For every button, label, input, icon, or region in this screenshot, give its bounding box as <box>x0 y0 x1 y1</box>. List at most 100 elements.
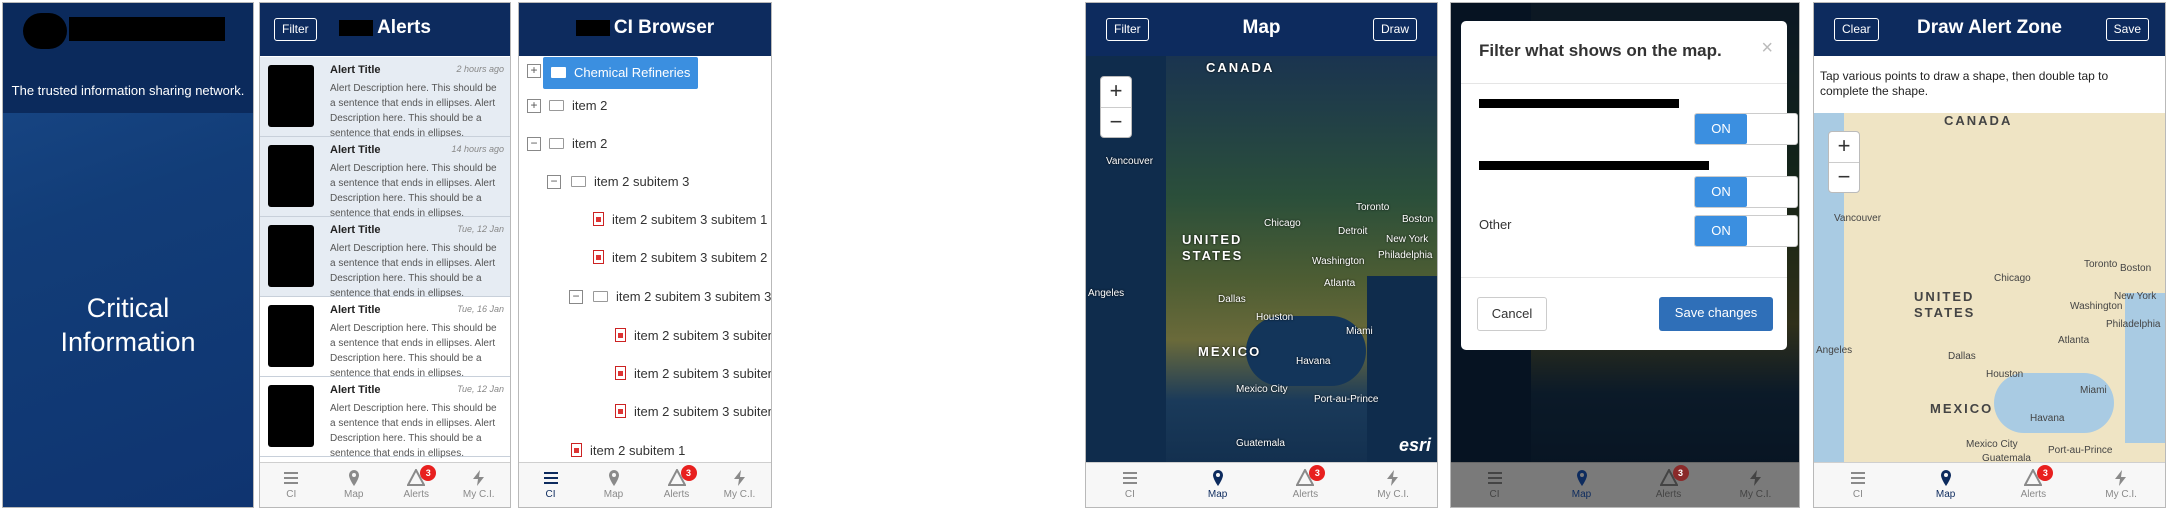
map-label: Detroit <box>1338 226 1368 237</box>
expand-icon[interactable]: + <box>527 99 541 113</box>
tree-item[interactable]: item 2 subitem 3 <box>571 171 689 193</box>
zoom-in-button[interactable]: + <box>1829 132 1859 162</box>
tab-ci[interactable]: CI <box>519 463 582 507</box>
alert-description: Alert Description here. This should be a… <box>330 243 497 299</box>
save-button[interactable]: Save <box>2105 18 2149 41</box>
bolt-icon <box>2115 470 2127 486</box>
tab-map[interactable]: Map <box>582 463 645 507</box>
draw-instructions: Tap various points to draw a shape, then… <box>1820 69 2109 98</box>
alert-description: Alert Description here. This should be a… <box>330 163 497 219</box>
filter-toggle-other[interactable]: ON <box>1694 215 1798 247</box>
zoom-out-button[interactable]: − <box>1829 162 1859 192</box>
map-label: Chicago <box>1994 273 2031 284</box>
tab-my-ci[interactable]: My C.I. <box>448 463 511 507</box>
tree-item-file[interactable]: item 2 subitem 3 subitem 3 sub <box>615 325 771 347</box>
map-label: Atlanta <box>2058 335 2090 346</box>
zoom-out-button[interactable]: − <box>1101 107 1131 137</box>
alert-item[interactable]: Alert Title 14 hours ago Alert Descripti… <box>260 137 510 219</box>
seal-icon <box>268 225 314 287</box>
alert-description: Alert Description here. This should be a… <box>330 403 497 459</box>
tree-item[interactable]: item 2 subitem 3 subitem 3 <box>593 286 771 308</box>
folder-icon <box>549 138 564 149</box>
alert-item[interactable]: Alert Title 2 hours ago Alert Descriptio… <box>260 57 510 139</box>
alert-item[interactable]: Alert Title Tue, 12 Jan Alert Descriptio… <box>260 217 510 299</box>
page-title-text: CI Browser <box>613 17 715 38</box>
expand-icon[interactable]: + <box>527 64 541 78</box>
tab-ci[interactable]: CI <box>1451 463 1538 507</box>
tab-map[interactable]: Map <box>1902 463 1990 507</box>
pdf-icon <box>571 443 582 457</box>
tree-item-label: item 2 <box>572 98 608 113</box>
tab-ci[interactable]: CI <box>260 463 323 507</box>
tab-bar: CI Map 3 Alerts My C.I. <box>1451 462 1799 507</box>
tab-my-ci[interactable]: My C.I. <box>1349 463 1437 507</box>
tree-item-selected[interactable]: Chemical Refineries <box>543 57 699 89</box>
filter-toggle-2[interactable]: ON <box>1694 176 1798 208</box>
tab-alerts[interactable]: 3 Alerts <box>1262 463 1350 507</box>
tab-label: My C.I. <box>1739 489 1772 500</box>
tab-map[interactable]: Map <box>1538 463 1625 507</box>
toggle-on: ON <box>1695 216 1747 246</box>
folder-icon <box>593 291 608 302</box>
satellite-map[interactable]: + − CANADA Vancouver UNITED STATES Chica… <box>1086 56 1437 462</box>
map-label: Washington <box>1312 256 1365 267</box>
alerts-badge: 3 <box>420 465 437 481</box>
modal-divider <box>1461 83 1787 84</box>
tab-map[interactable]: Map <box>323 463 386 507</box>
tab-map[interactable]: Map <box>1174 463 1262 507</box>
tree-item-label: item 2 subitem 1 <box>590 443 686 458</box>
tree-item-file[interactable]: item 2 subitem 3 subitem 1 <box>593 209 767 231</box>
tree-item[interactable]: item 2 <box>549 95 607 117</box>
tab-label: Map <box>1571 489 1592 500</box>
map-pin-icon <box>1940 470 1951 486</box>
cancel-button[interactable]: Cancel <box>1477 297 1547 331</box>
alert-item[interactable]: Alert Title Tue, 12 Jan Alert Descriptio… <box>260 377 510 459</box>
tree-item-label: item 2 subitem 3 <box>594 174 690 189</box>
tab-bar: CI Map 3 Alerts My C.I. <box>260 462 510 507</box>
bolt-icon <box>472 470 484 486</box>
alert-title: Alert Title <box>330 304 381 316</box>
tab-ci[interactable]: CI <box>1086 463 1174 507</box>
close-icon[interactable]: × <box>1761 37 1773 60</box>
bolt-icon <box>1749 470 1761 486</box>
list-icon <box>1487 472 1502 484</box>
tree-item-file[interactable]: item 2 subitem 1 <box>571 440 685 462</box>
alerts-badge: 3 <box>680 465 697 481</box>
map-label: Vancouver <box>1834 213 1882 224</box>
tab-alerts[interactable]: 3 Alerts <box>385 463 448 507</box>
splash-header: The trusted information sharing network. <box>3 3 253 113</box>
tree-item-file[interactable]: item 2 subitem 3 subitem 3 sub <box>615 363 771 385</box>
tab-alerts[interactable]: 3 Alerts <box>1625 463 1712 507</box>
alert-item[interactable]: Alert Title Tue, 16 Jan Alert Descriptio… <box>260 297 510 379</box>
draw-button[interactable]: Draw <box>1372 18 1417 41</box>
alert-description: Alert Description here. This should be a… <box>330 323 497 379</box>
collapse-icon[interactable]: − <box>527 137 541 151</box>
tab-alerts[interactable]: 3 Alerts <box>645 463 708 507</box>
collapse-icon[interactable]: − <box>547 175 561 189</box>
folder-icon <box>571 176 586 187</box>
tab-label: CI <box>1489 489 1500 500</box>
zoom-in-button[interactable]: + <box>1101 77 1131 107</box>
tree-item-file[interactable]: item 2 subitem 3 subitem 3 sub <box>615 401 771 423</box>
logo-redacted <box>23 13 67 49</box>
tab-label: Map <box>1207 489 1228 500</box>
tab-ci[interactable]: CI <box>1814 463 1902 507</box>
collapse-icon[interactable]: − <box>569 290 583 304</box>
save-changes-button[interactable]: Save changes <box>1659 297 1773 331</box>
street-map[interactable]: + − CANADA Vancouver UNITED STATES Chica… <box>1814 113 2165 462</box>
seal-icon <box>268 145 314 207</box>
filter-label-redacted <box>1479 99 1679 108</box>
tab-my-ci[interactable]: My C.I. <box>1712 463 1799 507</box>
title-redacted <box>575 19 610 36</box>
tab-alerts[interactable]: 3 Alerts <box>1990 463 2078 507</box>
filter-toggle-1[interactable]: ON <box>1694 113 1798 145</box>
tab-label: My C.I. <box>2105 489 2137 500</box>
splash-tagline: The trusted information sharing network. <box>11 83 245 98</box>
map-label: Miami <box>1346 326 1373 337</box>
map-label: STATES <box>1914 305 1976 320</box>
tree-item-file[interactable]: item 2 subitem 3 subitem 2 <box>593 247 767 269</box>
bolt-icon <box>1387 470 1399 486</box>
tab-my-ci[interactable]: My C.I. <box>708 463 771 507</box>
tab-my-ci[interactable]: My C.I. <box>2077 463 2165 507</box>
tree-item[interactable]: item 2 <box>549 133 607 155</box>
